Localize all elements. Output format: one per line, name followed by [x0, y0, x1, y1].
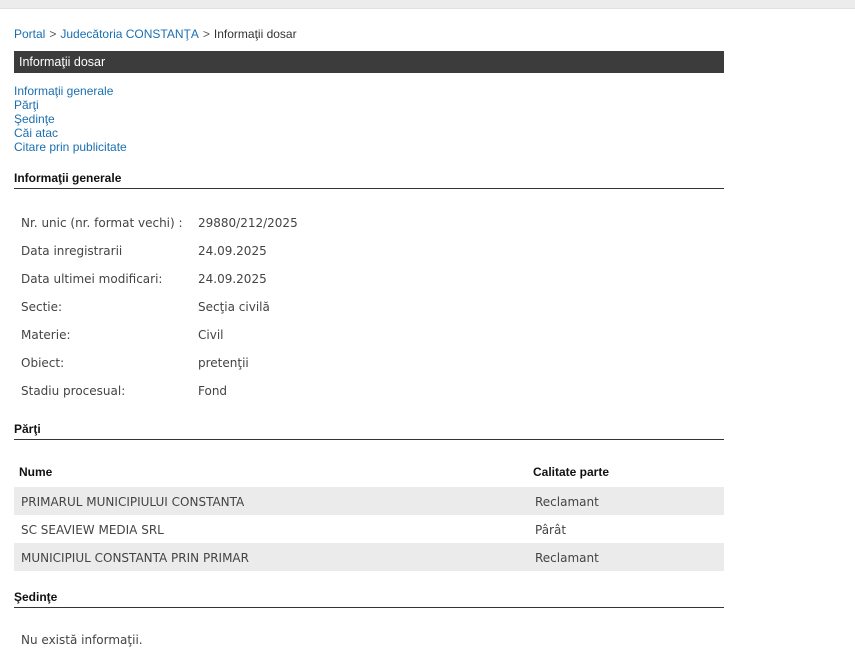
no-info-message: Nu există informaţii.: [21, 633, 143, 647]
section-heading-label: Şedinţe: [14, 590, 58, 604]
page-title-bar: Informaţii dosar: [14, 51, 724, 73]
table-row: MUNICIPIUL CONSTANTA PRIN PRIMAR Reclama…: [14, 543, 724, 571]
breadcrumb-portal-link[interactable]: Portal: [14, 27, 45, 41]
info-label: Materie:: [21, 328, 71, 342]
nav-link-cai-atac[interactable]: Căi atac: [14, 126, 127, 140]
section-heading-parti: Părţi: [14, 421, 724, 440]
table-row: SC SEAVIEW MEDIA SRL Pârât: [14, 515, 724, 543]
info-value: pretenţii: [198, 356, 249, 370]
info-label: Nr. unic (nr. format vechi) :: [21, 216, 183, 230]
section-heading-general: Informaţii generale: [14, 170, 724, 189]
section-nav: Informaţii generale Părţi Şedinţe Căi at…: [14, 84, 127, 154]
breadcrumb: Portal > Judecătoria CONSTANŢA > Informaţii …: [14, 27, 297, 41]
breadcrumb-separator: >: [49, 27, 57, 41]
party-name: SC SEAVIEW MEDIA SRL: [21, 523, 164, 537]
party-name: MUNICIPIUL CONSTANTA PRIN PRIMAR: [21, 551, 249, 565]
info-label: Data ultimei modificari:: [21, 272, 163, 286]
browser-top-strip: [0, 0, 855, 9]
info-value: Secţia civilă: [198, 300, 270, 314]
breadcrumb-current: Informaţii dosar: [213, 27, 297, 41]
info-value: 29880/212/2025: [198, 216, 298, 230]
breadcrumb-separator: >: [202, 27, 210, 41]
party-role: Reclamant: [535, 495, 599, 509]
info-label: Data inregistrarii: [21, 244, 123, 258]
breadcrumb-court-link[interactable]: Judecătoria CONSTANŢA: [60, 27, 199, 41]
info-value: Civil: [198, 328, 224, 342]
section-heading-label: Informaţii generale: [14, 171, 122, 185]
nav-link-parti[interactable]: Părţi: [14, 98, 127, 112]
party-role: Pârât: [535, 523, 567, 537]
info-label: Sectie:: [21, 300, 63, 314]
party-name: PRIMARUL MUNICIPIULUI CONSTANTA: [21, 495, 245, 509]
parti-table-header: Nume Calitate parte: [14, 460, 724, 482]
table-row: PRIMARUL MUNICIPIULUI CONSTANTA Reclaman…: [14, 487, 724, 515]
info-value: 24.09.2025: [198, 272, 267, 286]
party-role: Reclamant: [535, 551, 599, 565]
nav-link-citare-publicitate[interactable]: Citare prin publicitate: [14, 140, 127, 154]
section-heading-sedinte: Şedinţe: [14, 589, 724, 608]
info-value: 24.09.2025: [198, 244, 267, 258]
page-title: Informaţii dosar: [19, 55, 106, 69]
nav-link-informatii-generale[interactable]: Informaţii generale: [14, 84, 127, 98]
info-value: Fond: [198, 384, 228, 398]
info-label: Obiect:: [21, 356, 65, 370]
column-header-calitate: Calitate parte: [533, 465, 610, 479]
nav-link-sedinte[interactable]: Şedinţe: [14, 112, 127, 126]
section-heading-label: Părţi: [14, 422, 41, 436]
info-label: Stadiu procesual:: [21, 384, 126, 398]
column-header-nume: Nume: [19, 465, 53, 479]
